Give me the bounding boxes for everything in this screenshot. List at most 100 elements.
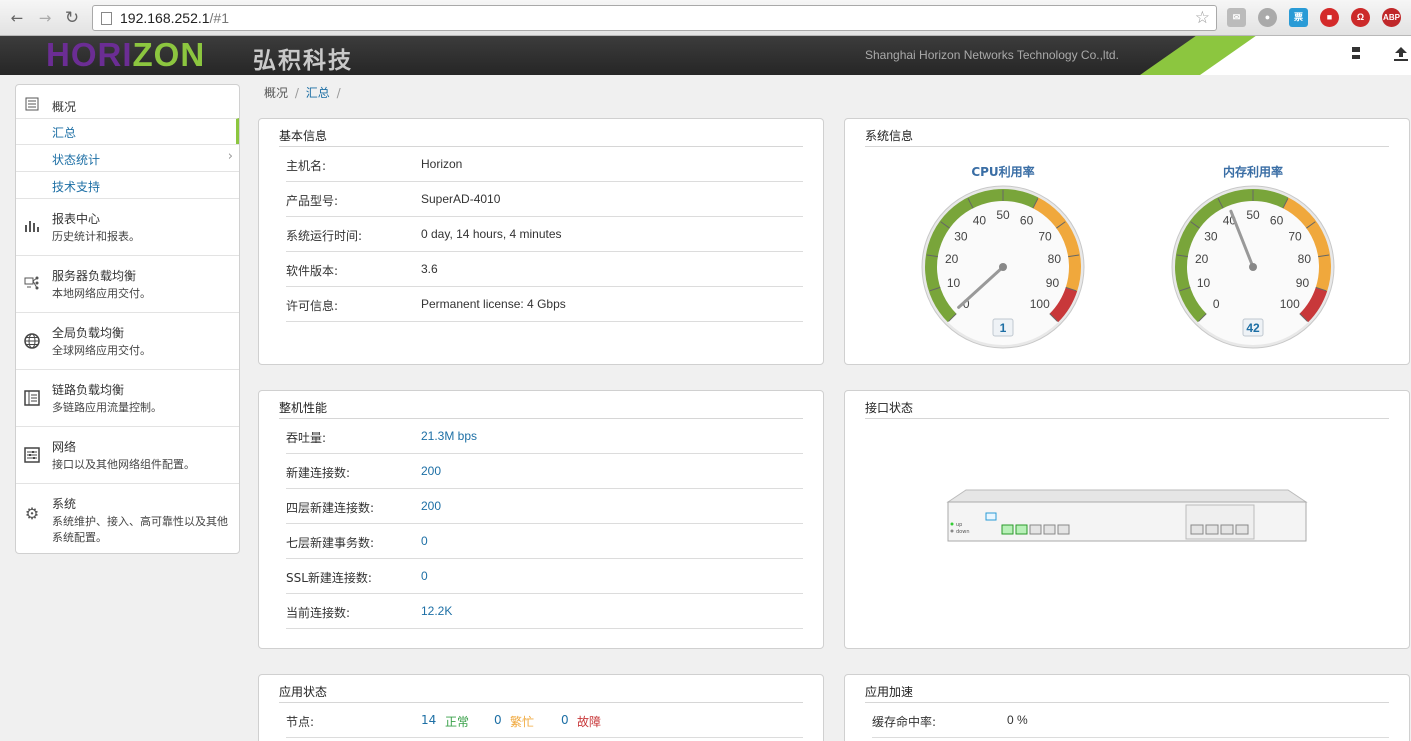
perf-row: 当前连接数: 12.2K	[286, 594, 803, 629]
gauge-tick-label: 0	[1213, 297, 1220, 311]
sidebar-item-support[interactable]: 技术支持	[16, 171, 239, 197]
ethernet-port	[1029, 524, 1042, 535]
logo: HORIZON	[46, 36, 206, 73]
gauge-hub	[1249, 263, 1257, 271]
panel-title: 应用状态	[279, 685, 328, 699]
breadcrumb: 概况 / 汇总 /	[264, 86, 341, 100]
sliders-icon	[24, 447, 40, 463]
ethernet-port	[1057, 524, 1070, 535]
panel-title: 整机性能	[279, 401, 328, 415]
gauge-tick-label: 90	[1296, 276, 1310, 290]
module-port	[1190, 524, 1204, 535]
sidebar-item-slb[interactable]: 服务器负载均衡 本地网络应用交付。	[16, 256, 239, 313]
sidebar-item-reports[interactable]: 报表中心 历史统计和报表。	[16, 199, 239, 256]
gauge-tick-label: 40	[973, 214, 987, 228]
info-row: 系统运行时间: 0 day, 14 hours, 4 minutes	[286, 217, 803, 252]
gauge-tick-label: 50	[1246, 208, 1260, 222]
globe-extension-icon[interactable]: ●	[1258, 8, 1277, 27]
info-row: 产品型号: SuperAD-4010	[286, 182, 803, 217]
server-icon	[24, 276, 40, 292]
gauge-tick-label: 90	[1046, 276, 1060, 290]
gauge-tick-label: 60	[1020, 214, 1034, 228]
module-port	[1220, 524, 1234, 535]
breadcrumb-current[interactable]: 汇总	[306, 86, 330, 100]
normal-count[interactable]: 14	[421, 713, 436, 727]
ticket-extension-icon[interactable]: 票	[1289, 8, 1308, 27]
sidebar-item-llb[interactable]: 链路负载均衡 多链路应用流量控制。	[16, 370, 239, 427]
app-header: HORIZON 弘积科技 Shanghai Horizon Networks T…	[0, 36, 1411, 75]
adblock-extension-icon[interactable]: ABP	[1382, 8, 1401, 27]
ethernet-port	[1001, 524, 1014, 535]
node-row: 节点: 14 正常 0 繁忙 0 故障	[286, 703, 803, 738]
gauge-tick-label: 20	[1195, 252, 1209, 266]
perf-row: 四层新建连接数: 200	[286, 489, 803, 524]
panel-title: 应用加速	[865, 685, 914, 699]
stop-extension-icon[interactable]: ■	[1320, 8, 1339, 27]
cpu-gauge: 010203040 50 607080901001	[921, 185, 1085, 349]
gauge-tick-label: 10	[1197, 276, 1211, 290]
performance-panel: 整机性能 吞吐量: 21.3M bps 新建连接数: 200 四层新建连接数: 200…	[258, 390, 824, 649]
ethernet-port	[1015, 524, 1028, 535]
address-bar[interactable]: 192.168.252.1/#1 ☆	[92, 5, 1217, 31]
memory-gauge: 010203040 50 6070809010042	[1171, 185, 1335, 349]
gauge-tick-label: 100	[1030, 297, 1050, 311]
app-status-panel: 应用状态 节点: 14 正常 0 繁忙 0 故障	[258, 674, 824, 741]
fault-count[interactable]: 0	[561, 713, 569, 727]
upload-icon[interactable]	[1392, 45, 1410, 63]
info-row: 软件版本: 3.6	[286, 252, 803, 287]
gauge-tick-label: 50	[996, 208, 1010, 222]
legend-up: up	[956, 522, 963, 528]
perf-row: 吞吐量: 21.3M bps	[286, 419, 803, 454]
pocket-extension-icon[interactable]: Ω	[1351, 8, 1370, 27]
perf-row: 新建连接数: 200	[286, 454, 803, 489]
breadcrumb-root[interactable]: 概况	[264, 86, 288, 100]
normal-label: 正常	[445, 715, 470, 729]
sidebar-item-stats[interactable]: 状态统计 ›	[16, 144, 239, 170]
list-doc-icon	[24, 97, 40, 113]
perf-row: 七层新建事务数: 0	[286, 524, 803, 559]
sidebar-item-glb[interactable]: 全局负载均衡 全球网络应用交付。	[16, 313, 239, 370]
panel-title: 接口状态	[865, 401, 914, 415]
back-icon[interactable]: ←	[8, 9, 26, 27]
system-info-panel: 系统信息 CPU利用率 内存利用率 0 10 20 30 40 50 60 70 80 90 100…	[844, 118, 1410, 365]
list-icon	[24, 390, 40, 406]
basic-info-panel: 基本信息 主机名: Horizon 产品型号: SuperAD-4010 系统运行时…	[258, 118, 824, 365]
device-diagram	[946, 489, 1308, 542]
save-icon[interactable]	[1347, 45, 1365, 63]
sidebar-item-summary[interactable]: 汇总	[16, 118, 239, 144]
sidebar-overview: 概况 汇总 状态统计 › 技术支持	[16, 85, 239, 199]
module-port	[1235, 524, 1249, 535]
globe-icon	[24, 333, 40, 349]
browser-toolbar: ← → ↻ 192.168.252.1/#1 ☆ ✉ ● 票 ■ Ω ABP	[0, 0, 1411, 36]
forward-icon[interactable]: →	[36, 9, 54, 27]
busy-count[interactable]: 0	[494, 713, 502, 727]
memory-gauge-title: 内存利用率	[1222, 165, 1283, 179]
gauge-hub	[999, 263, 1007, 271]
sidebar-item-overview[interactable]: 概况	[52, 98, 76, 115]
gauge-tick-label: 30	[1204, 229, 1218, 243]
page-icon	[101, 12, 112, 25]
url-text: 192.168.252.1/#1	[120, 10, 229, 26]
cpu-gauge-title: CPU利用率	[971, 165, 1035, 179]
chevron-right-icon: ›	[227, 149, 233, 164]
gauge-tick-label: 10	[947, 276, 961, 290]
reload-icon[interactable]: ↻	[63, 9, 81, 27]
gauge-value: 1	[1000, 321, 1007, 335]
sidebar-item-network[interactable]: 网络 接口以及其他网络组件配置。	[16, 427, 239, 484]
gauge-tick-label: 70	[1038, 229, 1052, 243]
sidebar-item-system[interactable]: ⚙ 系统 系统维护、接入、高可靠性以及其他系统配置。	[16, 484, 239, 554]
gauge-tick-label: 20	[945, 252, 959, 266]
ethernet-port	[1043, 524, 1056, 535]
panel-title: 系统信息	[865, 129, 914, 143]
info-row: 许可信息: Permanent license: 4 Gbps	[286, 287, 803, 322]
bookmark-star-icon[interactable]: ☆	[1195, 8, 1210, 28]
gauge-value: 42	[1246, 321, 1260, 335]
sidebar: 概况 汇总 状态统计 › 技术支持 报表中心 历史统计和报表。 服务器负载均衡 …	[15, 84, 240, 554]
fault-label: 故障	[577, 715, 602, 729]
perf-row: SSL新建连接数: 0	[286, 559, 803, 594]
gauge-tick-label: 80	[1048, 252, 1062, 266]
panel-title: 基本信息	[279, 129, 328, 143]
mail-extension-icon[interactable]: ✉	[1227, 8, 1246, 27]
logo-chinese: 弘积科技	[253, 48, 353, 74]
gauge-tick-label: 70	[1288, 229, 1302, 243]
